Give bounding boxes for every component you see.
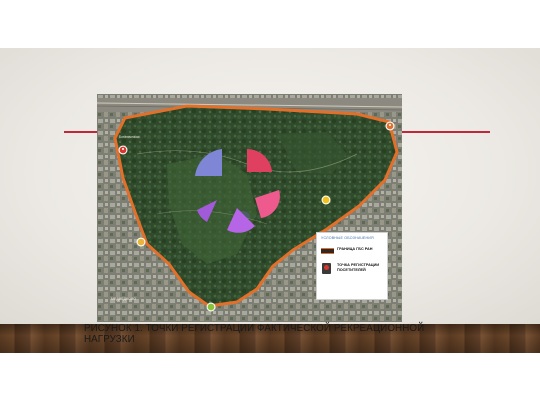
boundary-swatch-icon — [321, 248, 334, 254]
slide-top-band — [0, 0, 540, 48]
registration-point-south[interactable] — [206, 302, 216, 312]
legend-point-label: ТОЧКА РЕГИСТРАЦИИ ПОСЕТИТЕЛЕЙ — [337, 263, 380, 272]
accent-line-left — [64, 131, 98, 133]
road-label: Ботаническая — [119, 135, 140, 139]
registration-point-west[interactable] — [136, 237, 146, 247]
legend-title: УСЛОВНЫЕ ОБОЗНАЧЕНИЯ — [321, 236, 374, 240]
registration-point-swatch-icon — [322, 263, 331, 274]
registration-point-northwest[interactable] — [118, 145, 128, 155]
registration-point-east[interactable] — [321, 195, 331, 205]
registration-point-northeast[interactable] — [385, 121, 395, 131]
accent-line-right — [402, 131, 490, 133]
legend-border-label: ГРАНИЦА ГБС РАН — [337, 247, 373, 251]
district-label: МЕДВЕДКОВО — [111, 297, 136, 301]
figure-caption: РИСУНОК 1. ТОЧКИ РЕГИСТРАЦИИ ФАКТИЧЕСКОЙ… — [84, 323, 425, 345]
slide-bottom-band — [0, 353, 540, 405]
map-legend: УСЛОВНЫЕ ОБОЗНАЧЕНИЯ ГРАНИЦА ГБС РАН ТОЧ… — [316, 232, 388, 300]
